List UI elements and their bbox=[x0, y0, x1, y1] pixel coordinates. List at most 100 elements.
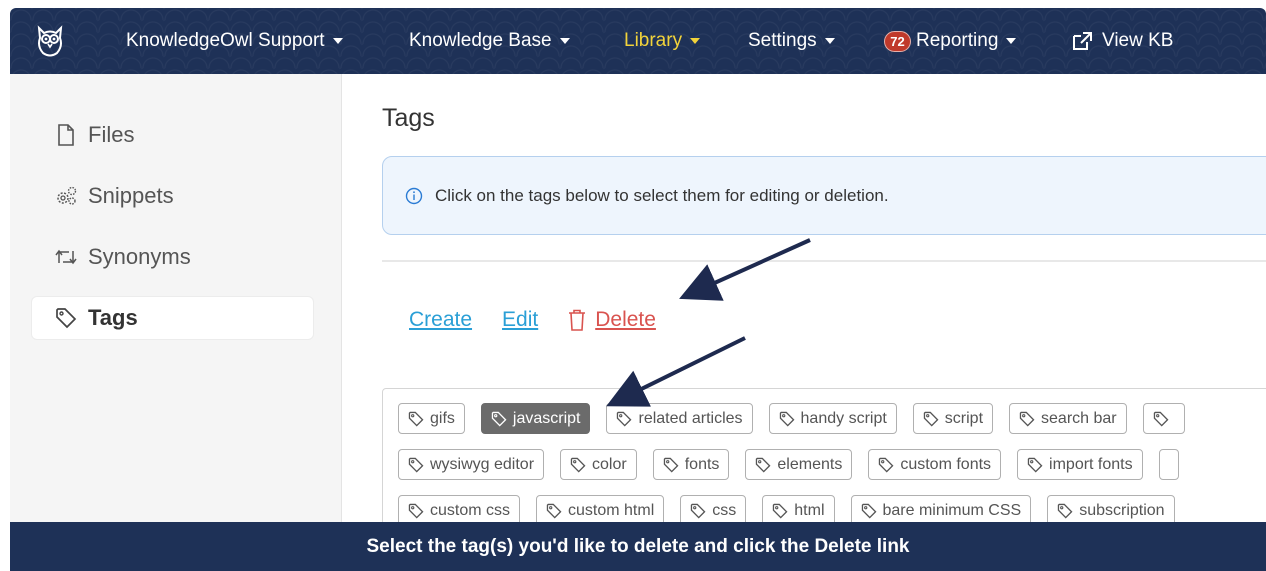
tag-icon bbox=[1019, 411, 1035, 426]
tag-item[interactable]: custom fonts bbox=[868, 449, 1002, 480]
tag-item[interactable]: search bar bbox=[1009, 403, 1127, 434]
tag-item[interactable]: elements bbox=[745, 449, 853, 480]
tag-icon bbox=[570, 457, 586, 472]
edit-link[interactable]: Edit bbox=[502, 308, 538, 332]
nav-label: Settings bbox=[748, 30, 817, 51]
tag-icon bbox=[756, 457, 771, 472]
notification-badge: 72 bbox=[884, 30, 911, 52]
tag-label: elements bbox=[777, 455, 843, 473]
sidebar-item-label: Files bbox=[88, 122, 135, 147]
tag-icon bbox=[1027, 457, 1043, 472]
sidebar-item-snippets[interactable]: Snippets bbox=[32, 175, 313, 217]
tag-label: import fonts bbox=[1049, 455, 1133, 473]
caret-down-icon bbox=[332, 38, 343, 44]
tag-label: custom html bbox=[568, 501, 655, 519]
tag-label: custom fonts bbox=[900, 455, 992, 473]
tag-label: bare minimum CSS bbox=[882, 501, 1022, 519]
tag-list: gifs javascript related articles handy s… bbox=[382, 388, 1266, 528]
info-alert: Click on the tags below to select them f… bbox=[382, 156, 1266, 235]
tag-icon bbox=[879, 457, 894, 472]
nav-label: Library bbox=[624, 30, 683, 51]
nav-label: Reporting bbox=[916, 30, 999, 51]
tag-label: color bbox=[592, 455, 627, 473]
page-title: Tags bbox=[382, 104, 435, 132]
sidebar-item-label: Tags bbox=[88, 305, 138, 330]
tag-label: script bbox=[944, 409, 984, 427]
tag-icon bbox=[1153, 411, 1169, 426]
tag-item[interactable]: related articles bbox=[606, 403, 753, 434]
tag-icon bbox=[408, 503, 424, 518]
tag-icon bbox=[408, 411, 424, 426]
tag-row: gifs javascript related articles handy s… bbox=[398, 403, 1201, 434]
delete-label: Delete bbox=[595, 308, 656, 331]
nav-settings[interactable]: Settings bbox=[748, 30, 835, 52]
tag-row: wysiwyg editor color fonts elements cust… bbox=[398, 449, 1195, 480]
tag-actions: Create Edit Delete bbox=[409, 308, 656, 332]
nav-label: Knowledge Base bbox=[409, 30, 552, 51]
tag-icon bbox=[54, 306, 78, 330]
create-link[interactable]: Create bbox=[409, 308, 472, 332]
top-navbar: KnowledgeOwl Support Knowledge Base Libr… bbox=[10, 8, 1266, 74]
caret-down-icon bbox=[824, 38, 835, 44]
tag-label: search bar bbox=[1041, 409, 1117, 427]
nav-knowledge-base[interactable]: Knowledge Base bbox=[409, 30, 570, 52]
tag-icon bbox=[861, 503, 876, 518]
info-icon bbox=[405, 187, 423, 205]
nav-view-kb[interactable]: View KB bbox=[1071, 30, 1173, 52]
sidebar: Files Snippets Synonyms Tags bbox=[10, 74, 342, 522]
owl-logo-icon[interactable] bbox=[22, 8, 78, 74]
tag-item[interactable]: gifs bbox=[398, 403, 465, 434]
tag-icon bbox=[663, 457, 679, 472]
tag-item-selected[interactable]: javascript bbox=[480, 403, 591, 434]
tag-icon bbox=[408, 457, 424, 472]
swap-icon bbox=[54, 245, 78, 269]
tag-icon bbox=[617, 411, 632, 426]
nav-label: View KB bbox=[1102, 30, 1174, 51]
nav-reporting[interactable]: 72 Reporting bbox=[884, 30, 1017, 52]
file-icon bbox=[54, 123, 78, 147]
nav-knowledgeowl-support[interactable]: KnowledgeOwl Support bbox=[126, 30, 343, 52]
tag-item[interactable]: handy script bbox=[768, 403, 897, 434]
tag-icon bbox=[691, 503, 706, 518]
nav-library[interactable]: Library bbox=[624, 30, 701, 52]
caret-down-icon bbox=[690, 38, 701, 44]
sidebar-item-tags[interactable]: Tags bbox=[32, 297, 313, 339]
tag-icon bbox=[546, 503, 562, 518]
tag-item-partial[interactable] bbox=[1142, 403, 1185, 434]
tag-label: css bbox=[712, 501, 737, 519]
tag-icon bbox=[491, 411, 507, 426]
tag-label: javascript bbox=[512, 409, 581, 427]
nav-label: KnowledgeOwl Support bbox=[126, 30, 325, 51]
tag-label: gifs bbox=[430, 409, 455, 427]
tag-item-partial[interactable] bbox=[1158, 449, 1179, 480]
sidebar-item-label: Synonyms bbox=[88, 244, 191, 269]
tag-item[interactable]: script bbox=[912, 403, 994, 434]
tag-label: subscription bbox=[1079, 501, 1165, 519]
divider bbox=[382, 260, 1266, 262]
sidebar-item-label: Snippets bbox=[88, 183, 174, 208]
trash-icon bbox=[569, 309, 586, 331]
tag-label: related articles bbox=[638, 409, 743, 427]
instruction-caption: Select the tag(s) you'd like to delete a… bbox=[10, 522, 1266, 571]
tag-icon bbox=[1058, 503, 1073, 518]
tag-label: handy script bbox=[800, 409, 887, 427]
alert-text: Click on the tags below to select them f… bbox=[435, 185, 889, 205]
tag-icon bbox=[779, 411, 795, 426]
tag-item[interactable]: color bbox=[560, 449, 637, 480]
tag-icon bbox=[773, 503, 788, 518]
caret-down-icon bbox=[559, 38, 570, 44]
tag-label: wysiwyg editor bbox=[430, 455, 535, 473]
tag-icon bbox=[923, 411, 939, 426]
tag-item[interactable]: fonts bbox=[652, 449, 730, 480]
main-content: Tags Click on the tags below to select t… bbox=[342, 74, 1266, 528]
caret-down-icon bbox=[1006, 38, 1017, 44]
tag-label: fonts bbox=[684, 455, 720, 473]
delete-link[interactable]: Delete bbox=[568, 308, 656, 332]
sidebar-item-files[interactable]: Files bbox=[32, 114, 313, 156]
tag-item[interactable]: import fonts bbox=[1017, 449, 1143, 480]
external-link-icon bbox=[1071, 31, 1093, 51]
tag-item[interactable]: wysiwyg editor bbox=[398, 449, 545, 480]
tag-label: custom css bbox=[430, 501, 511, 519]
tag-label: html bbox=[794, 501, 825, 519]
sidebar-item-synonyms[interactable]: Synonyms bbox=[32, 236, 313, 278]
